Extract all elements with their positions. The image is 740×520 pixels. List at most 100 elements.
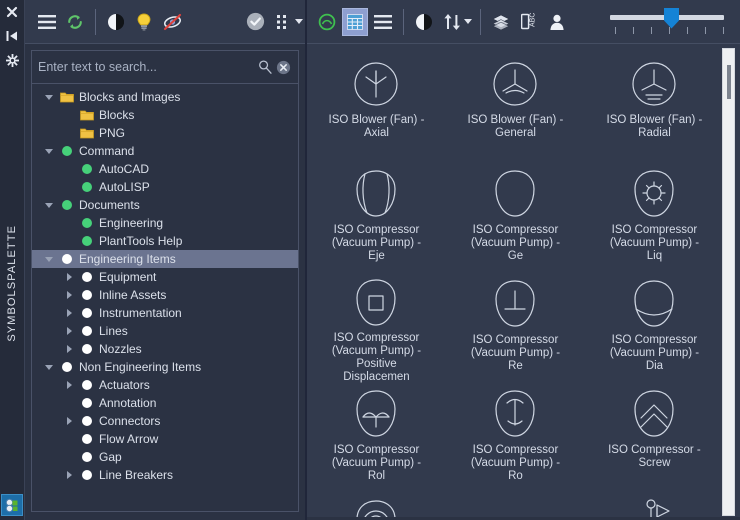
green-circle-icon[interactable]	[314, 8, 340, 36]
tree-item-instrumentation[interactable]: Instrumentation	[32, 304, 298, 322]
symbol-cell[interactable]: ISO Blower (Fan) - Axial	[307, 52, 446, 162]
tree-item-png[interactable]: PNG	[32, 124, 298, 142]
expand-arrow-right-icon[interactable]	[60, 345, 78, 353]
expand-arrow-right-icon[interactable]	[60, 309, 78, 317]
tree-item-inline-assets[interactable]: Inline Assets	[32, 286, 298, 304]
scrollbar-thumb[interactable]	[727, 65, 731, 99]
no-preview-icon[interactable]	[159, 8, 185, 36]
tree-item-engineering-items[interactable]: Engineering Items	[32, 250, 298, 268]
tree-item-label: Flow Arrow	[99, 432, 159, 446]
left-rail: SYMBOLSPALETTE	[0, 0, 24, 520]
compressor-general-icon	[488, 166, 542, 222]
zoom-slider-thumb[interactable]	[664, 7, 679, 29]
expand-arrow-right-icon[interactable]	[60, 417, 78, 425]
tree-item-connectors[interactable]: Connectors	[32, 412, 298, 430]
sort-icon[interactable]	[439, 8, 465, 36]
zoom-slider[interactable]	[608, 5, 726, 39]
tree-item-label: Blocks and Images	[79, 90, 181, 104]
tree-item-lines[interactable]: Lines	[32, 322, 298, 340]
compressor-liquid-ring-icon	[627, 166, 681, 222]
symbol-cell[interactable]: ISO Compressor (Vacuum Pump) - Ro	[446, 382, 585, 492]
expand-arrow-right-icon[interactable]	[60, 381, 78, 389]
panel-body: Blocks and Images Blocks PNG Command AutoCAD…	[25, 44, 740, 520]
tree-item-label: Engineering Items	[79, 252, 176, 266]
tree-item-blocks[interactable]: Blocks	[32, 106, 298, 124]
expand-arrow-down-icon[interactable]	[40, 202, 58, 208]
symbol-cell[interactable]: ISO Compressor (Vacuum Pump) - Positive …	[307, 272, 446, 383]
compressor-ejector-icon	[349, 166, 403, 222]
settings-gear-icon[interactable]	[0, 48, 24, 72]
tree-item-equipment[interactable]: Equipment	[32, 268, 298, 286]
tree-item-label: PNG	[99, 126, 126, 140]
vertical-scrollbar[interactable]	[722, 48, 735, 516]
menu-icon[interactable]	[34, 8, 60, 36]
symbol-cell[interactable]	[585, 492, 724, 520]
contrast-icon[interactable]	[103, 8, 129, 36]
tree-item-planttools-help[interactable]: PlantTools Help	[32, 232, 298, 250]
tree-item-actuators[interactable]: Actuators	[32, 376, 298, 394]
blower-axial-icon	[349, 56, 403, 112]
person-icon[interactable]	[544, 8, 570, 36]
symbol-cell[interactable]: ISO Compressor (Vacuum Pump) - Rol	[307, 382, 446, 492]
tree-item-documents[interactable]: Documents	[32, 196, 298, 214]
tree-item-line-breakers[interactable]: Line Breakers	[32, 466, 298, 484]
expand-arrow-right-icon[interactable]	[60, 471, 78, 479]
chevron-down-icon[interactable]	[295, 19, 303, 24]
layers-icon[interactable]	[488, 8, 514, 36]
tree-item-autolisp[interactable]: AutoLISP	[32, 178, 298, 196]
tree-item-flow-arrow[interactable]: Flow Arrow	[32, 430, 298, 448]
tree-item-annotation[interactable]: Annotation	[32, 394, 298, 412]
tree-item-label: AutoCAD	[99, 162, 150, 176]
abc-text-icon[interactable]: ABC	[516, 8, 542, 36]
tree-item-label: Line Breakers	[99, 468, 174, 482]
chevron-down-icon[interactable]	[464, 19, 472, 24]
tree-item-autocad[interactable]: AutoCAD	[32, 160, 298, 178]
list-view-icon[interactable]	[370, 8, 396, 36]
check-circle-icon[interactable]	[242, 8, 268, 36]
expand-arrow-right-icon[interactable]	[60, 327, 78, 335]
grid-dots-icon[interactable]	[270, 8, 296, 36]
refresh-icon[interactable]	[62, 8, 88, 36]
expand-arrow-down-icon[interactable]	[40, 364, 58, 370]
white-dot-icon	[78, 344, 96, 354]
collapse-panel-icon[interactable]	[0, 24, 24, 48]
expand-arrow-down-icon[interactable]	[40, 148, 58, 154]
symbol-cell[interactable]: ISO Compressor (Vacuum Pump) - Liq	[585, 162, 724, 272]
grid-view-icon[interactable]	[342, 7, 368, 36]
expand-arrow-right-icon[interactable]	[60, 291, 78, 299]
search-icon[interactable]	[256, 58, 274, 76]
tree-item-engineering[interactable]: Engineering	[32, 214, 298, 232]
symbol-cell[interactable]	[307, 492, 446, 520]
symbol-cell[interactable]: ISO Compressor - Screw	[585, 382, 724, 492]
toolbar-right-group: ABC	[307, 0, 740, 44]
toolbar-separator	[95, 8, 96, 35]
expand-arrow-down-icon[interactable]	[40, 94, 58, 100]
tree-list[interactable]: Blocks and Images Blocks PNG Command AutoCAD…	[32, 84, 298, 511]
tree-item-blocks-and-images[interactable]: Blocks and Images	[32, 88, 298, 106]
symbol-cell[interactable]	[446, 492, 585, 520]
tree-item-nozzles[interactable]: Nozzles	[32, 340, 298, 358]
symbol-grid: ISO Blower (Fan) - Axial ISO Blower (Fan)…	[307, 44, 724, 520]
clear-icon[interactable]	[274, 58, 292, 76]
contrast-icon[interactable]	[411, 8, 437, 36]
close-icon[interactable]	[0, 0, 24, 24]
search-input[interactable]	[38, 60, 256, 74]
tree-item-label: Inline Assets	[99, 288, 167, 302]
green-dot-icon	[58, 146, 76, 156]
symbol-cell[interactable]: ISO Blower (Fan) - Radial	[585, 52, 724, 162]
white-dot-icon	[78, 434, 96, 444]
tree-item-label: Instrumentation	[99, 306, 182, 320]
expand-arrow-down-icon[interactable]	[40, 256, 58, 262]
tree-item-gap[interactable]: Gap	[32, 448, 298, 466]
plant-tools-icon[interactable]	[1, 494, 23, 516]
compressor-diaphragm-icon	[627, 276, 681, 332]
symbol-cell[interactable]: ISO Compressor (Vacuum Pump) - Ge	[446, 162, 585, 272]
expand-arrow-right-icon[interactable]	[60, 273, 78, 281]
lightbulb-icon[interactable]	[131, 8, 157, 36]
symbol-cell[interactable]: ISO Compressor (Vacuum Pump) - Dia	[585, 272, 724, 382]
tree-item-command[interactable]: Command	[32, 142, 298, 160]
symbol-cell[interactable]: ISO Compressor (Vacuum Pump) - Re	[446, 272, 585, 382]
symbol-cell[interactable]: ISO Blower (Fan) - General	[446, 52, 585, 162]
tree-item-non-engineering-items[interactable]: Non Engineering Items	[32, 358, 298, 376]
symbol-cell[interactable]: ISO Compressor (Vacuum Pump) - Eje	[307, 162, 446, 272]
